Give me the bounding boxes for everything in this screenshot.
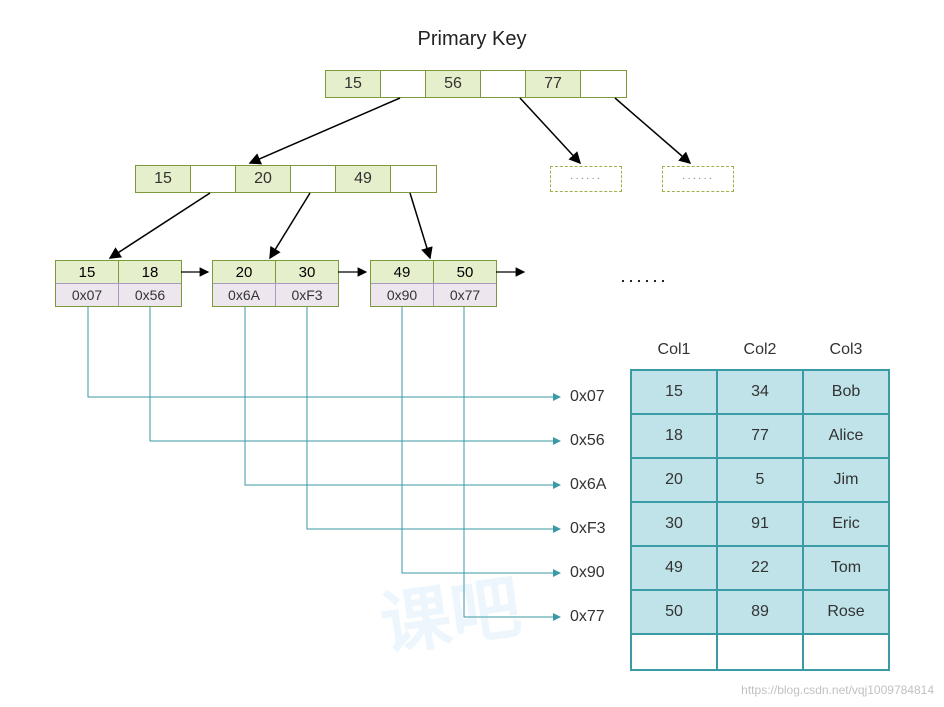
watermark: https://blog.csdn.net/vqj1009784814 [741,683,934,697]
diagram-title: Primary Key [418,28,527,51]
table-header: Col2 [717,335,803,370]
leaf-node: 49 50 0x90 0x77 [370,260,497,307]
leaf-key: 15 [56,261,119,283]
table-row: 205Jim [631,458,889,502]
leaf-node: 15 18 0x07 0x56 [55,260,182,307]
table-header: Col3 [803,335,889,370]
table-header: Col1 [631,335,717,370]
table-row: 3091Eric [631,502,889,546]
row-pointer: 0xF3 [570,520,606,538]
leaf-ptr: 0x56 [119,283,181,306]
internal-key: 49 [336,166,391,192]
leaf-key: 49 [371,261,434,283]
leaf-key: 50 [434,261,496,283]
row-pointer: 0x07 [570,388,605,406]
leaf-ptr: 0x07 [56,283,119,306]
internal-ptr [391,166,436,192]
leaf-node: 20 30 0x6A 0xF3 [212,260,339,307]
root-key: 15 [326,71,381,97]
leaf-ptr: 0x6A [213,283,276,306]
root-ptr [581,71,626,97]
row-pointer: 0x77 [570,608,605,626]
node-placeholder: ······ [662,166,734,192]
internal-node: 15 20 49 [135,165,437,193]
leaf-ptr: 0x90 [371,283,434,306]
table-row: 4922Tom [631,546,889,590]
table-row: 1877Alice [631,414,889,458]
root-key: 56 [426,71,481,97]
root-key: 77 [526,71,581,97]
table-row-empty [631,634,889,670]
ellipsis: ······ [620,270,668,291]
leaf-ptr: 0x77 [434,283,496,306]
background-watermark: 课吧 [374,551,527,671]
root-ptr [381,71,426,97]
root-node: 15 56 77 [325,70,627,98]
internal-ptr [291,166,336,192]
data-table: Col1 Col2 Col3 1534Bob 1877Alice 205Jim … [630,335,890,671]
leaf-ptr: 0xF3 [276,283,338,306]
table-row: 5089Rose [631,590,889,634]
internal-ptr [191,166,236,192]
row-pointer: 0x90 [570,564,605,582]
row-pointer: 0x6A [570,476,606,494]
table-row: 1534Bob [631,370,889,414]
root-ptr [481,71,526,97]
node-placeholder: ······ [550,166,622,192]
internal-key: 20 [236,166,291,192]
leaf-key: 20 [213,261,276,283]
internal-key: 15 [136,166,191,192]
row-pointer: 0x56 [570,432,605,450]
leaf-key: 18 [119,261,181,283]
leaf-key: 30 [276,261,338,283]
